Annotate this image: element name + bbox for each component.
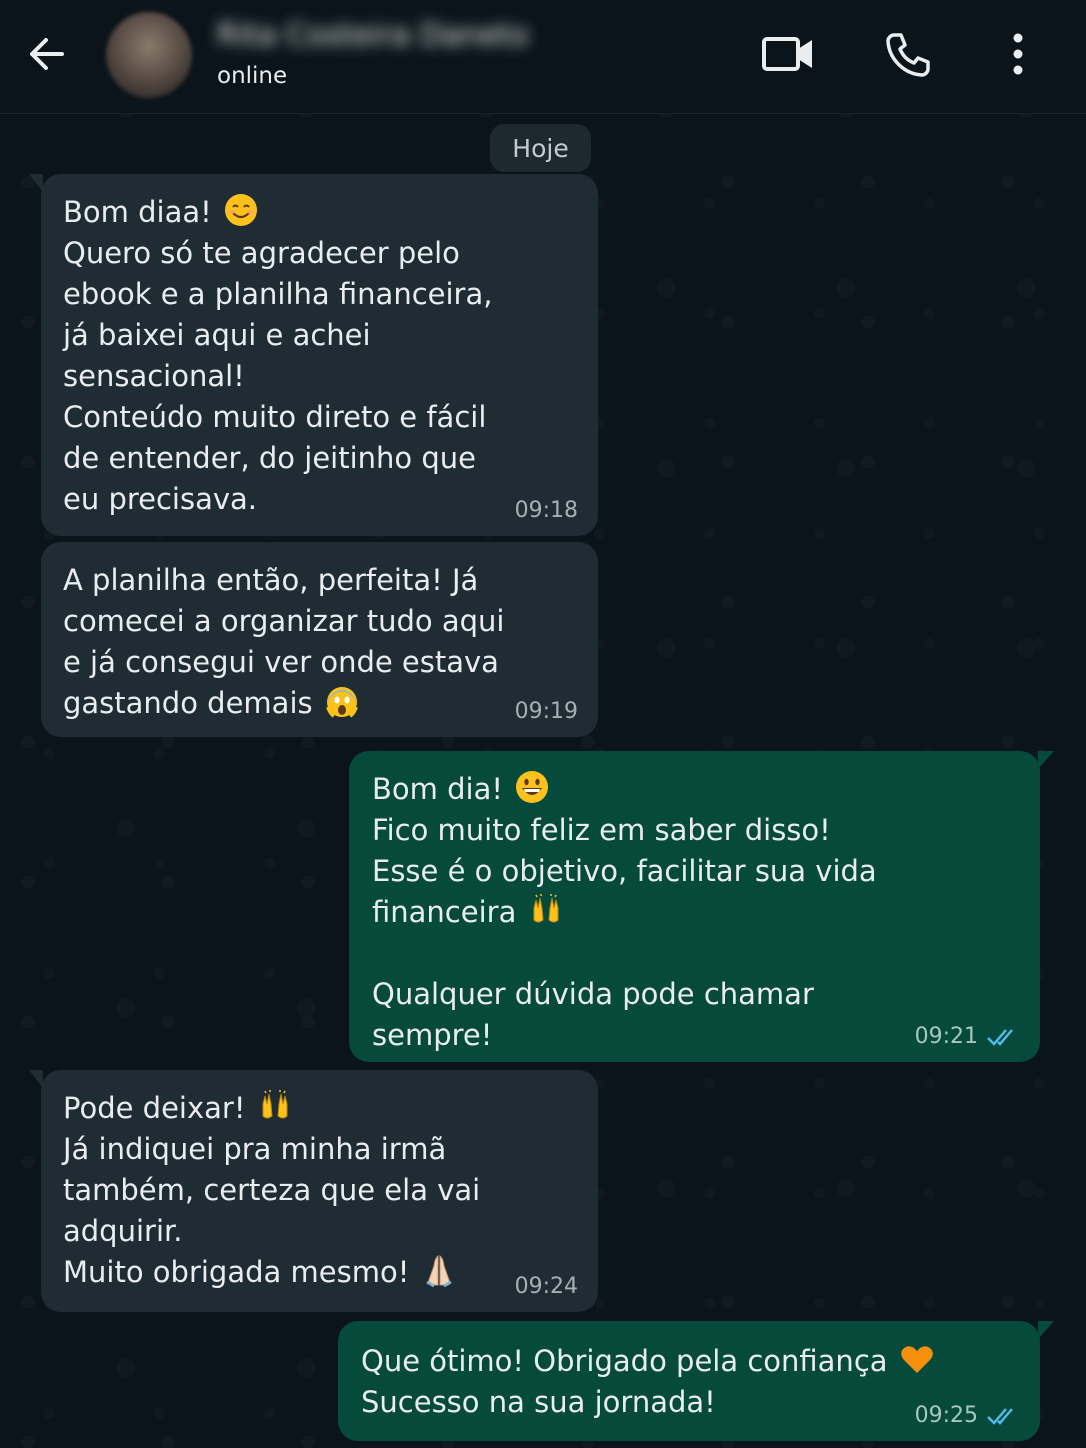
double-check-read-icon [986, 1405, 1020, 1427]
screaming-face-emoji-icon [325, 687, 358, 718]
message-meta: 09:19 [515, 699, 578, 725]
message-time: 09:18 [514, 498, 578, 523]
message-time: 09:19 [514, 699, 578, 724]
contact-avatar[interactable] [106, 12, 192, 98]
more-vertical-icon [1013, 33, 1023, 75]
voice-call-button[interactable] [877, 26, 937, 82]
contact-name[interactable]: Rita Costeira Daneto [217, 18, 529, 53]
back-button[interactable] [20, 28, 72, 80]
grinning-face-emoji-icon [516, 771, 549, 803]
video-call-icon [762, 37, 812, 71]
bubble-tail [1038, 751, 1054, 769]
message-text: Bom diaa! Quero só te agradecer pelo ebo… [63, 192, 578, 520]
message-bubble-outgoing[interactable]: Que ótimo! Obrigado pela confiança Suces… [338, 1321, 1054, 1441]
bubble-tail [29, 174, 43, 192]
message-text: Pode deixar! Já indiquei pra minha irmã … [63, 1088, 578, 1293]
bubble-tail [29, 1070, 43, 1088]
message-time: 09:21 [914, 1024, 978, 1049]
message-bubble-incoming[interactable]: Pode deixar! Já indiquei pra minha irmã … [29, 1070, 598, 1312]
date-separator: Hoje [490, 124, 591, 172]
folded-hands-emoji-icon [425, 1255, 452, 1288]
message-meta: 09:24 [515, 1274, 578, 1300]
bubble-tail [1038, 1321, 1054, 1339]
message-meta: 09:25 [915, 1403, 1020, 1429]
double-check-read-icon [986, 1026, 1020, 1048]
message-bubble-outgoing[interactable]: Bom dia! Fico muito feliz em saber disso… [349, 751, 1054, 1062]
chat-screen: Rita Costeira Daneto online Hoje Bom dia… [0, 0, 1086, 1448]
video-call-button[interactable] [758, 26, 818, 82]
orange-heart-emoji-icon [900, 1346, 933, 1373]
chat-header: Rita Costeira Daneto online [0, 0, 1086, 114]
message-bubble-incoming[interactable]: Bom diaa! Quero só te agradecer pelo ebo… [29, 174, 598, 536]
more-options-button[interactable] [988, 26, 1048, 82]
arrow-back-icon [30, 38, 64, 70]
smiling-face-emoji-icon [224, 194, 257, 226]
message-time: 09:24 [514, 1274, 578, 1299]
message-text: Bom dia! Fico muito feliz em saber disso… [372, 769, 1020, 1056]
phone-call-icon [886, 33, 930, 77]
message-time: 09:25 [914, 1403, 978, 1428]
message-meta: 09:18 [515, 498, 578, 524]
message-text: A planilha então, perfeita! Já comecei a… [63, 563, 505, 720]
contact-status: online [217, 63, 288, 89]
raising-hands-emoji-icon [533, 894, 559, 923]
message-meta: 09:21 [915, 1024, 1020, 1050]
message-bubble-incoming[interactable]: A planilha então, perfeita! Já comecei a… [41, 542, 598, 737]
raising-hands-emoji-icon [262, 1090, 288, 1119]
